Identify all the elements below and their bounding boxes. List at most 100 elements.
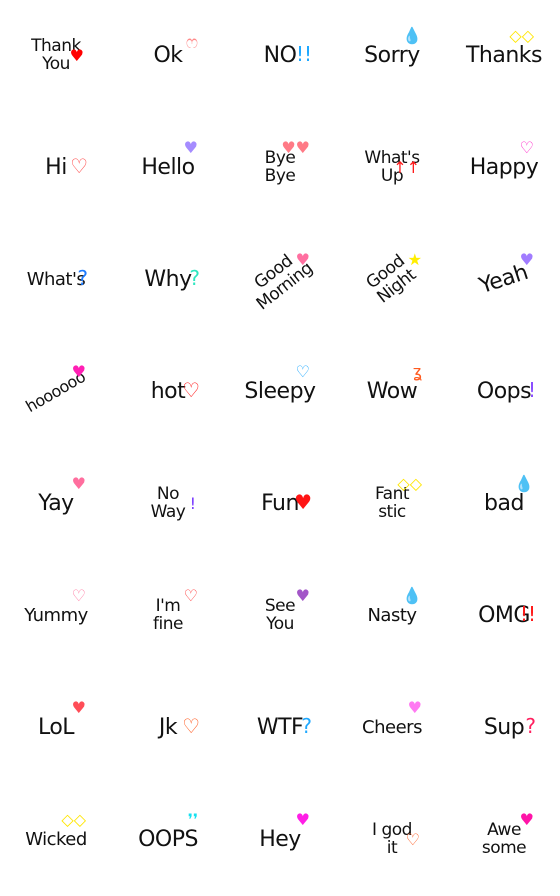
heart-icon: ♥	[295, 810, 310, 829]
heart-outline-icon: ♡	[295, 362, 310, 381]
sticker-32[interactable]: WTF?	[224, 672, 336, 784]
sticker-5[interactable]: Hi ♡	[0, 112, 112, 224]
heart-outline-icon: ♡	[71, 586, 86, 605]
sticker-17[interactable]: Sleepy ♡	[224, 336, 336, 448]
sparkle-icon: ◇◇	[509, 26, 534, 45]
question-icon: ?	[301, 714, 312, 738]
sticker-20[interactable]: Yay ♥	[0, 448, 112, 560]
sticker-21[interactable]: No Way!	[112, 448, 224, 560]
sticker-2[interactable]: NO!!	[224, 0, 336, 112]
heart-outline-icon: ♡	[182, 378, 200, 402]
sticker-28[interactable]: Nasty 💧	[336, 560, 448, 672]
sticker-label: Sorry	[364, 43, 420, 68]
sticker-label: Yummy	[24, 605, 88, 626]
hearts-icon: ♥	[295, 586, 310, 605]
sticker-39[interactable]: Awe some ♥	[448, 784, 560, 896]
sticker-label: Nasty	[367, 605, 417, 626]
exclamation-icon: !!	[519, 602, 536, 626]
heart-icon: ♥	[407, 698, 422, 717]
squiggle-icon: ʓ	[412, 362, 422, 381]
heart-icon: ♥	[183, 138, 198, 157]
sticker-3[interactable]: Sorry 💧	[336, 0, 448, 112]
sticker-label: hot	[150, 379, 186, 404]
sticker-11[interactable]: Why?	[112, 224, 224, 336]
sticker-31[interactable]: Jk ♡	[112, 672, 224, 784]
sticker-38[interactable]: I god it ♡	[336, 784, 448, 896]
sticker-14[interactable]: Yeah ♥	[448, 224, 560, 336]
sticker-label: See You	[264, 596, 296, 634]
sticker-label: Thanks	[465, 43, 543, 68]
sticker-label: Sup	[483, 715, 525, 740]
sticker-label: Hello	[141, 155, 195, 180]
sticker-35[interactable]: Wicked ◇◇	[0, 784, 112, 896]
sticker-label: bad	[484, 491, 524, 516]
heart-icon: ♥	[71, 698, 86, 717]
sticker-label: I'm fine	[153, 596, 183, 634]
sticker-24[interactable]: bad 💧	[448, 448, 560, 560]
sticker-15[interactable]: hoooooo ♥	[0, 336, 112, 448]
heart-icon: ♥	[71, 474, 86, 493]
star-icon: ★	[407, 250, 422, 269]
sticker-13[interactable]: Good Night ★	[336, 224, 448, 336]
sticker-26[interactable]: I'm fine ♡	[112, 560, 224, 672]
sticker-30[interactable]: LoL ♥	[0, 672, 112, 784]
sticker-label: Hey	[259, 827, 301, 852]
heart-icon: ♥	[519, 250, 534, 269]
heart-icon: ♥	[295, 250, 310, 269]
sticker-18[interactable]: Wow ʓ	[336, 336, 448, 448]
question-icon: ?	[77, 266, 88, 290]
sticker-label: LoL	[37, 715, 75, 740]
sticker-label: Sleepy	[244, 379, 316, 404]
sticker-label: Jk	[158, 715, 178, 740]
heart-outline-icon: ♡	[519, 138, 534, 157]
sparkle-icon: ◇◇	[61, 810, 86, 829]
exclamation-icon: !	[189, 494, 196, 513]
up-arrows-icon: ↑↑	[393, 158, 420, 177]
sweat-drop-icon: ❜❜	[187, 810, 198, 829]
sweat-drop-icon: 💧	[402, 586, 422, 605]
sticker-1[interactable]: Ok ෆ	[112, 0, 224, 112]
sticker-25[interactable]: Yummy ♡	[0, 560, 112, 672]
sweat-drop-icon: 💧	[402, 26, 422, 45]
sticker-grid: Thank You ♥ Ok ෆ NO!! Sorry 💧 Thanks ◇◇ Hi ♡ Hello ♥…	[0, 0, 560, 896]
sticker-label: OOPS	[138, 827, 198, 852]
sticker-6[interactable]: Hello ♥	[112, 112, 224, 224]
sticker-7[interactable]: Bye Bye ♥♥	[224, 112, 336, 224]
sticker-label: Hi	[45, 155, 67, 180]
sticker-16[interactable]: hot ♡	[112, 336, 224, 448]
sticker-label: Cheers	[362, 717, 422, 738]
question-icon: ?	[525, 714, 536, 738]
sticker-label: Ok	[153, 43, 183, 68]
heart-outline-icon: ♡	[183, 586, 198, 605]
exclamation-icon: !	[527, 378, 536, 402]
heart-icon: ♥	[519, 810, 534, 829]
sticker-0[interactable]: Thank You ♥	[0, 0, 112, 112]
heart-outline-icon: ♡	[70, 154, 88, 178]
sticker-label: No Way	[150, 484, 186, 522]
double-heart-outline-icon: ෆ	[185, 32, 198, 53]
sticker-22[interactable]: Fun ♥	[224, 448, 336, 560]
sticker-10[interactable]: What's?	[0, 224, 112, 336]
sticker-19[interactable]: Oops!	[448, 336, 560, 448]
sticker-label: Yay	[38, 491, 74, 516]
sticker-27[interactable]: See You ♥	[224, 560, 336, 672]
sticker-label: Wicked	[25, 829, 87, 850]
heart-outline-icon: ♡	[405, 830, 420, 849]
sticker-label: Why	[144, 267, 192, 292]
question-icon: ?	[189, 266, 200, 290]
sticker-9[interactable]: Happy ♡	[448, 112, 560, 224]
heart-icon: ♥	[69, 46, 84, 65]
hearts-icon: ♥	[294, 490, 312, 514]
sticker-label: Happy	[469, 155, 539, 180]
sticker-label: NO	[263, 43, 297, 68]
sticker-23[interactable]: Fant stic ◇◇	[336, 448, 448, 560]
sticker-4[interactable]: Thanks ◇◇	[448, 0, 560, 112]
sticker-36[interactable]: OOPS ❜❜	[112, 784, 224, 896]
sticker-34[interactable]: Sup?	[448, 672, 560, 784]
sticker-8[interactable]: What's Up ↑↑	[336, 112, 448, 224]
sticker-37[interactable]: Hey ♥	[224, 784, 336, 896]
sticker-12[interactable]: Good Morning ♥	[224, 224, 336, 336]
sparkle-icon: ◇◇	[397, 474, 422, 493]
sticker-33[interactable]: Cheers ♥	[336, 672, 448, 784]
sticker-29[interactable]: OMG!!	[448, 560, 560, 672]
